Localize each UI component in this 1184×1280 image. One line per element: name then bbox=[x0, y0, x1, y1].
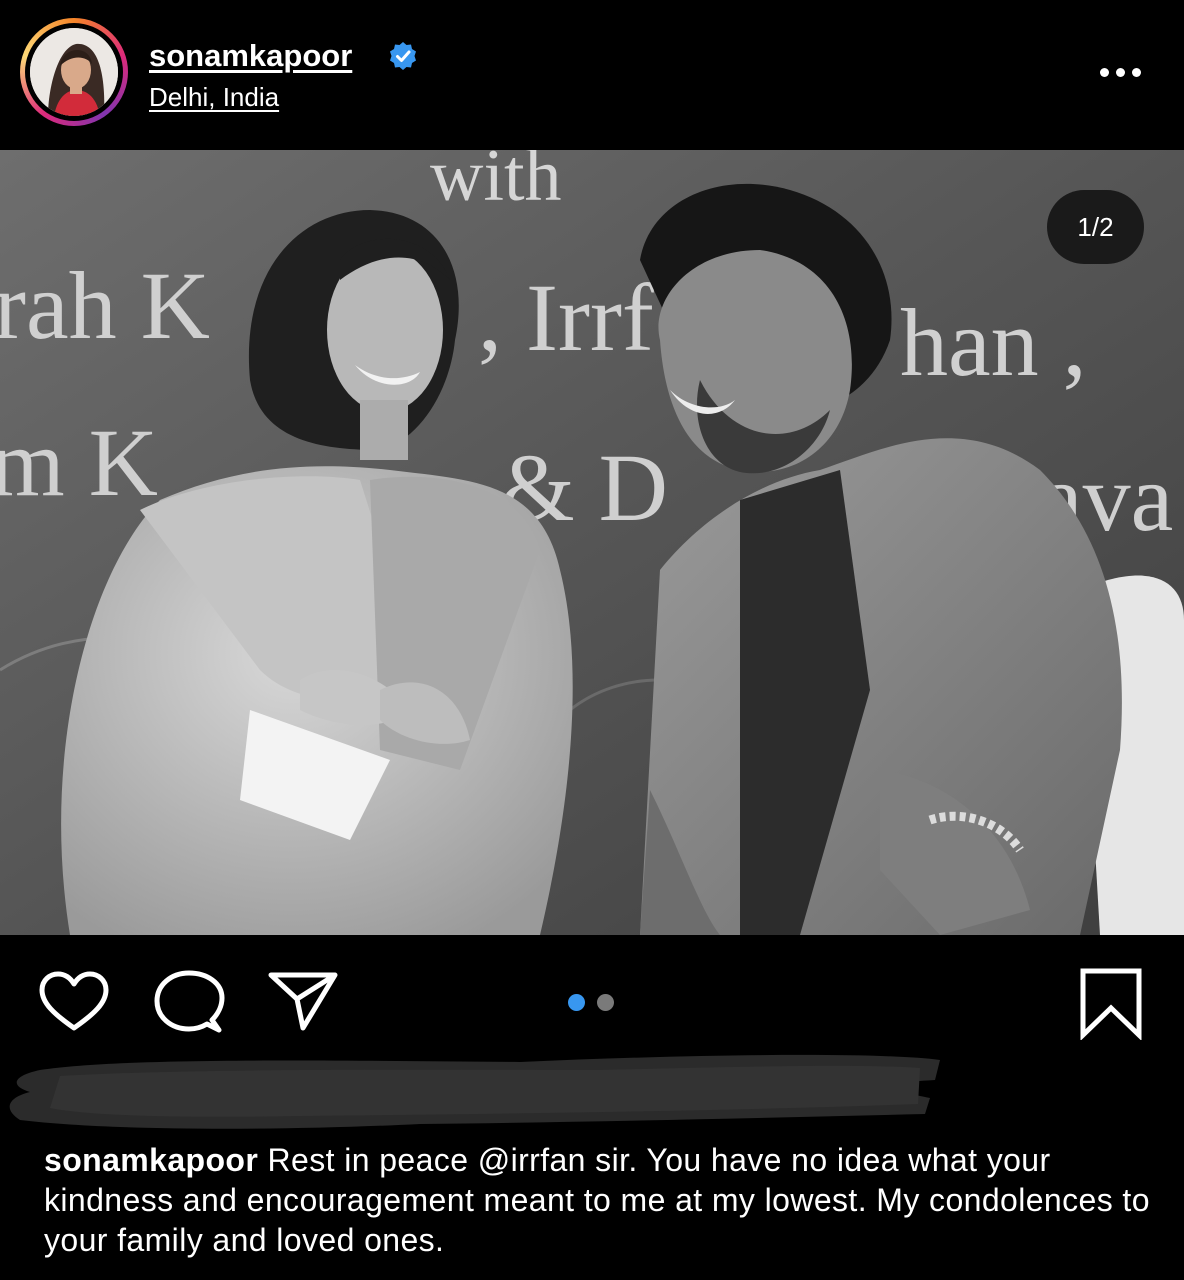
carousel-indicator bbox=[568, 994, 618, 1012]
banner-text: m K bbox=[0, 409, 158, 516]
verified-badge-icon bbox=[390, 42, 416, 70]
more-icon[interactable] bbox=[1096, 58, 1146, 86]
more-dot bbox=[1116, 68, 1125, 77]
carousel-dot bbox=[597, 994, 614, 1011]
bookmark-icon[interactable] bbox=[1076, 966, 1146, 1040]
heart-icon[interactable] bbox=[38, 970, 110, 1034]
carousel-counter: 1/2 bbox=[1047, 190, 1144, 264]
post-caption: sonamkapoor Rest in peace @irrfan sir. Y… bbox=[44, 1140, 1154, 1260]
post-username[interactable]: sonamkapoor bbox=[149, 38, 352, 74]
more-dot bbox=[1100, 68, 1109, 77]
banner-text: , Irrf bbox=[478, 264, 654, 371]
banner-text: rah K bbox=[0, 252, 210, 359]
carousel-dot-active bbox=[568, 994, 585, 1011]
post-photo[interactable]: with rah K , Irrf han , m K & D ava bbox=[0, 150, 1184, 935]
post-header: sonamkapoor Delhi, India bbox=[0, 0, 1184, 148]
redacted-likes bbox=[9, 1054, 941, 1129]
caption-text: Rest in peace bbox=[258, 1142, 478, 1178]
caption-mention[interactable]: @irrfan bbox=[478, 1142, 586, 1178]
more-dot bbox=[1132, 68, 1141, 77]
send-icon[interactable] bbox=[266, 968, 340, 1034]
banner-text: with bbox=[430, 150, 562, 217]
post-location[interactable]: Delhi, India bbox=[149, 82, 279, 113]
avatar[interactable] bbox=[30, 28, 118, 116]
photo-illustration: with rah K , Irrf han , m K & D ava bbox=[0, 150, 1184, 935]
banner-text: han , bbox=[900, 289, 1087, 396]
caption-username[interactable]: sonamkapoor bbox=[44, 1142, 258, 1178]
comment-icon[interactable] bbox=[152, 968, 226, 1038]
story-ring[interactable] bbox=[20, 18, 128, 126]
